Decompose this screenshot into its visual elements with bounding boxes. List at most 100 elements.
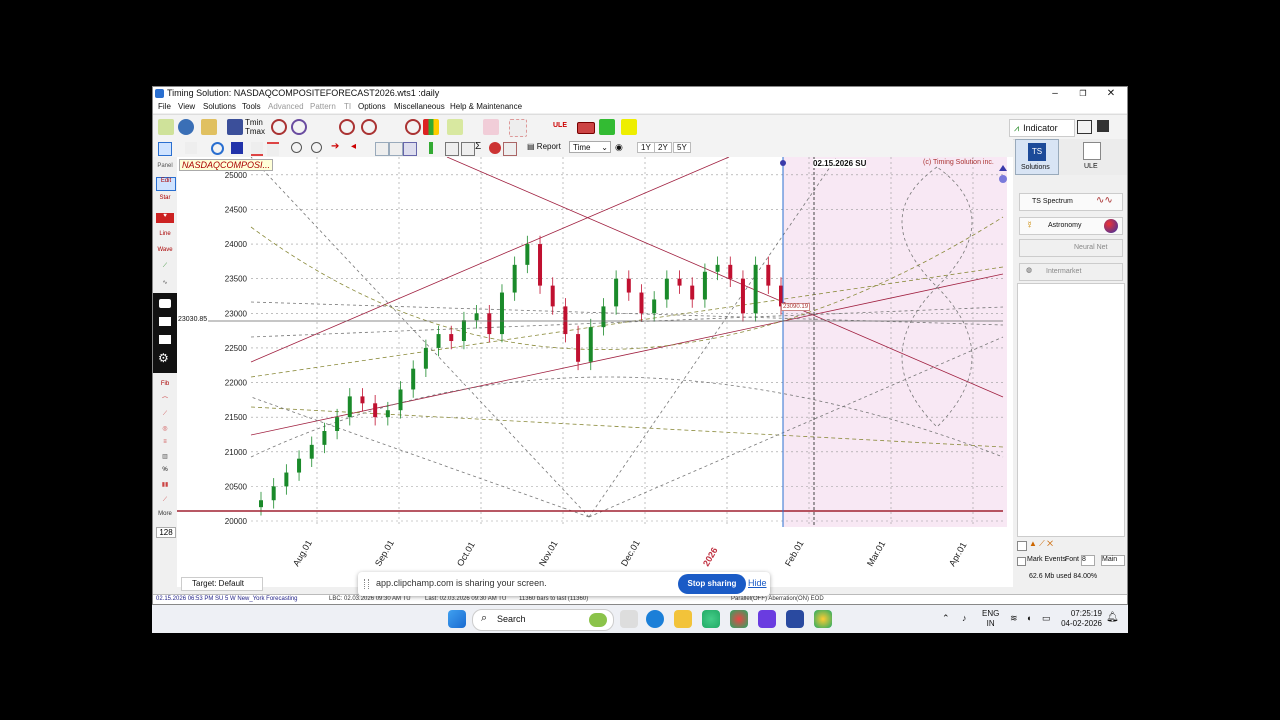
arrow-right-icon[interactable]: ➔ bbox=[331, 141, 339, 152]
arc-icon[interactable]: ⌒ bbox=[156, 395, 174, 404]
tab-ule[interactable]: ULE bbox=[1071, 139, 1115, 175]
file-explorer-icon[interactable] bbox=[674, 610, 692, 628]
draw-line-icon[interactable] bbox=[185, 142, 197, 154]
menu-tools[interactable]: Tools bbox=[242, 102, 261, 111]
minimize-button[interactable]: – bbox=[1041, 87, 1069, 101]
trend-icon[interactable]: ⟋ bbox=[156, 263, 174, 270]
circle-icon[interactable]: ◎ bbox=[156, 425, 174, 432]
menu-view[interactable]: View bbox=[178, 102, 195, 111]
vertical-green-icon[interactable] bbox=[429, 142, 433, 154]
target-icon[interactable] bbox=[271, 119, 287, 135]
notification-icon[interactable]: 🔔︎ bbox=[1106, 612, 1119, 623]
neural-net-button[interactable]: Neural Net bbox=[1019, 239, 1123, 257]
cursor-icon[interactable] bbox=[158, 142, 172, 156]
analysis-line[interactable] bbox=[250, 156, 590, 518]
tray-chevron-icon[interactable]: ⌃ bbox=[942, 613, 950, 624]
chart-window-icon[interactable] bbox=[227, 119, 243, 135]
leftbar-star[interactable]: Star bbox=[156, 195, 174, 201]
open-icon[interactable] bbox=[158, 119, 174, 135]
doc-icon[interactable] bbox=[445, 142, 459, 156]
target-label[interactable]: Target: Default bbox=[181, 577, 263, 591]
tool-icon[interactable] bbox=[503, 142, 517, 156]
save-icon[interactable] bbox=[201, 119, 217, 135]
menu-solutions[interactable]: Solutions bbox=[203, 102, 236, 111]
wave-icon[interactable] bbox=[483, 119, 499, 135]
yellow-sun-icon[interactable] bbox=[621, 119, 637, 135]
cursor-anchor-dot[interactable] bbox=[780, 160, 786, 166]
timing-solution-icon[interactable] bbox=[786, 610, 804, 628]
mark-events-checkbox[interactable] bbox=[1017, 557, 1026, 566]
menu-pattern[interactable]: Pattern bbox=[310, 102, 336, 111]
range-5y-button[interactable]: 5Y bbox=[673, 142, 691, 153]
volume-icon[interactable]: ◖ bbox=[1026, 613, 1031, 623]
zoom-icon[interactable] bbox=[211, 142, 224, 155]
green-square-icon[interactable] bbox=[599, 119, 615, 135]
curve-icon[interactable]: ∿ bbox=[156, 279, 174, 286]
ule-box-icon[interactable] bbox=[577, 122, 595, 134]
leftbar-edit[interactable]: Edit bbox=[156, 177, 176, 191]
grid-icon[interactable] bbox=[447, 119, 463, 135]
ts-spectrum-button[interactable]: TS Spectrum ∿∿ bbox=[1019, 193, 1123, 211]
menu-file[interactable]: File bbox=[158, 102, 171, 111]
heart-icon[interactable]: ♥ bbox=[156, 213, 174, 223]
ray-icon[interactable]: ⟋ bbox=[156, 411, 174, 418]
panel-checkbox[interactable] bbox=[1017, 541, 1027, 551]
screen-icon[interactable] bbox=[159, 335, 171, 344]
tab-solutions[interactable]: TS Solutions bbox=[1015, 139, 1059, 175]
mic-icon[interactable]: ♪ bbox=[962, 613, 967, 623]
indicator-button[interactable]: ⩘ Indicator bbox=[1009, 119, 1075, 137]
table-icon[interactable] bbox=[461, 142, 475, 156]
zoom-out-icon[interactable] bbox=[291, 142, 302, 153]
intermarket-button[interactable]: ◍ Intermarket bbox=[1019, 263, 1123, 281]
task-view-icon[interactable] bbox=[620, 610, 638, 628]
report-button[interactable]: ▤ Report bbox=[527, 142, 561, 151]
menu-miscellaneous[interactable]: Miscellaneous bbox=[394, 102, 445, 111]
cycle-icon[interactable] bbox=[291, 119, 307, 135]
menu-help[interactable]: Help & Maintenance bbox=[450, 102, 522, 111]
lines-icon[interactable]: ≡ bbox=[156, 439, 174, 445]
floppy-icon[interactable] bbox=[1097, 120, 1109, 132]
fit-icon[interactable] bbox=[375, 142, 389, 156]
video-icon[interactable] bbox=[159, 317, 171, 326]
stretch-icon[interactable] bbox=[389, 142, 403, 156]
pivot-icon[interactable] bbox=[405, 119, 421, 135]
search-box[interactable]: ⌕ Search bbox=[472, 609, 614, 631]
chart-svg[interactable]: 25000 24500 24000 23500 23000 22500 22000 21500… bbox=[177, 156, 1056, 557]
camera-icon[interactable] bbox=[159, 299, 171, 308]
leftbar-line[interactable]: Line bbox=[156, 231, 174, 237]
panel-tools-icons[interactable]: ▲ ⟋ ✕ bbox=[1029, 539, 1053, 549]
language-indicator[interactable]: ENG IN bbox=[982, 609, 999, 629]
bars-icon[interactable] bbox=[403, 142, 417, 156]
sigma-icon[interactable]: Σ bbox=[475, 141, 481, 152]
globe-icon[interactable] bbox=[178, 119, 194, 135]
blue-square-icon[interactable] bbox=[231, 142, 243, 154]
clock[interactable]: 07:25:19 04-02-2026 bbox=[1058, 609, 1102, 629]
dots-icon[interactable] bbox=[509, 119, 527, 137]
menu-advanced[interactable]: Advanced bbox=[268, 102, 304, 111]
layout-icon[interactable] bbox=[1077, 120, 1092, 134]
ule-button[interactable]: ULE bbox=[553, 122, 567, 129]
font-size-input[interactable]: 8 bbox=[1081, 555, 1095, 566]
chrome-icon-2[interactable] bbox=[730, 610, 748, 628]
panel-handle-dot[interactable] bbox=[999, 175, 1007, 183]
leftbar-more[interactable]: More bbox=[156, 511, 174, 517]
start-icon[interactable] bbox=[448, 610, 466, 628]
slash-icon[interactable]: ⟋ bbox=[156, 497, 174, 504]
symbol-label[interactable]: NASDAQCOMPOSI... bbox=[179, 159, 274, 171]
chrome-icon-1[interactable] bbox=[702, 610, 720, 628]
range-2y-button[interactable]: 2Y bbox=[654, 142, 672, 153]
tmin-tmax-button[interactable]: Tmin Tmax bbox=[245, 118, 265, 136]
hide-share-link[interactable]: Hide bbox=[748, 578, 767, 588]
leftbar-counter[interactable]: 128 bbox=[156, 527, 176, 538]
edge-icon[interactable] bbox=[646, 610, 664, 628]
close-button[interactable]: ✕ bbox=[1097, 87, 1125, 101]
red-circle-icon[interactable] bbox=[489, 142, 501, 154]
color-bars-icon[interactable] bbox=[423, 119, 439, 135]
arrow-left-icon[interactable]: ◂ bbox=[351, 141, 356, 152]
lock-icon[interactable]: ◉ bbox=[615, 142, 623, 153]
leftbar-panel[interactable]: Panel bbox=[156, 163, 174, 169]
leftbar-fib[interactable]: Fib bbox=[156, 381, 174, 387]
e-icon[interactable] bbox=[339, 119, 355, 135]
menu-ti[interactable]: TI bbox=[344, 102, 351, 111]
range-icon[interactable] bbox=[251, 142, 263, 156]
